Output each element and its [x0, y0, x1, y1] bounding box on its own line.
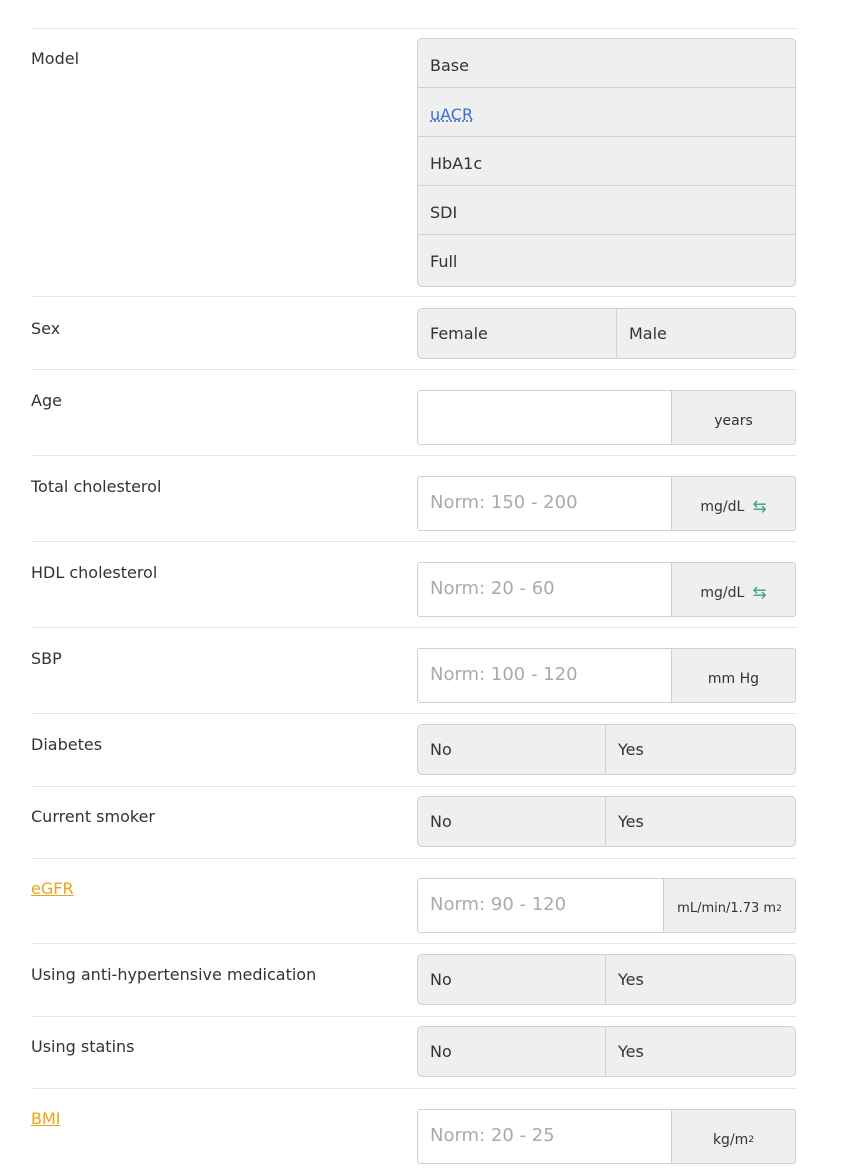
hdl-cholesterol-input-group: Norm: 20 - 60 mg/dL ⇆	[417, 562, 796, 617]
sex-option-female[interactable]: Female	[418, 309, 616, 358]
model-option-sdi[interactable]: SDI	[418, 186, 795, 235]
diabetes-option-yes[interactable]: Yes	[605, 725, 795, 774]
total-cholesterol-input-group: Norm: 150 - 200 mg/dL ⇆	[417, 476, 796, 531]
age-unit-label: years	[714, 412, 753, 429]
total-cholesterol-label: Total cholesterol	[31, 477, 162, 496]
divider	[31, 28, 796, 29]
antihypertensive-toggle: No Yes	[417, 954, 796, 1005]
sbp-unit-label: mm Hg	[707, 670, 760, 687]
smoker-label: Current smoker	[31, 807, 156, 826]
model-selector: Base uACR HbA1c SDI Full	[417, 38, 796, 287]
sex-label: Sex	[31, 319, 61, 338]
antihypertensive-option-yes[interactable]: Yes	[605, 955, 795, 1004]
sex-toggle: Female Male	[417, 308, 796, 359]
diabetes-toggle: No Yes	[417, 724, 796, 775]
hdl-cholesterol-label: HDL cholesterol	[31, 563, 158, 582]
model-label: Model	[31, 49, 80, 68]
sex-option-male[interactable]: Male	[616, 309, 795, 358]
divider	[31, 713, 796, 714]
diabetes-option-no[interactable]: No	[418, 725, 605, 774]
egfr-label-link[interactable]: eGFR	[31, 879, 74, 899]
egfr-unit-exponent: 2	[776, 903, 782, 914]
bmi-label-link[interactable]: BMI	[31, 1109, 61, 1129]
model-option-hba1c[interactable]: HbA1c	[418, 137, 795, 186]
total-cholesterol-input[interactable]: Norm: 150 - 200	[418, 477, 671, 530]
model-option-base[interactable]: Base	[418, 39, 795, 88]
bmi-input[interactable]: Norm: 20 - 25	[418, 1110, 671, 1163]
total-cholesterol-unit-toggle[interactable]: mg/dL ⇆	[671, 477, 795, 530]
divider	[31, 296, 796, 297]
statins-label: Using statins	[31, 1037, 135, 1056]
divider	[31, 1088, 796, 1089]
hdl-cholesterol-unit: mg/dL	[700, 584, 745, 601]
swap-arrows-icon: ⇆	[752, 582, 767, 603]
bmi-unit-exponent: 2	[748, 1134, 755, 1145]
age-label: Age	[31, 391, 62, 410]
sbp-input[interactable]: Norm: 100 - 120	[418, 649, 671, 702]
model-option-uacr[interactable]: uACR	[418, 88, 795, 137]
smoker-toggle: No Yes	[417, 796, 796, 847]
sbp-input-group: Norm: 100 - 120 mm Hg	[417, 648, 796, 703]
egfr-input-group: Norm: 90 - 120 mL/min/1.73 m2	[417, 878, 796, 933]
divider	[31, 1016, 796, 1017]
age-input-group: years	[417, 390, 796, 445]
divider	[31, 369, 796, 370]
swap-arrows-icon: ⇆	[752, 496, 767, 517]
diabetes-label: Diabetes	[31, 735, 103, 754]
divider	[31, 541, 796, 542]
sbp-label: SBP	[31, 649, 62, 668]
age-unit: years	[671, 391, 795, 444]
bmi-unit: kg/m 2	[671, 1110, 795, 1163]
divider	[31, 858, 796, 859]
antihypertensive-option-no[interactable]: No	[418, 955, 605, 1004]
statins-option-yes[interactable]: Yes	[605, 1027, 795, 1076]
smoker-option-yes[interactable]: Yes	[605, 797, 795, 846]
smoker-option-no[interactable]: No	[418, 797, 605, 846]
egfr-unit: mL/min/1.73 m2	[663, 879, 795, 932]
divider	[31, 455, 796, 456]
divider	[31, 786, 796, 787]
bmi-unit-label: kg/m	[712, 1131, 749, 1148]
sbp-unit: mm Hg	[671, 649, 795, 702]
statins-option-no[interactable]: No	[418, 1027, 605, 1076]
bmi-input-group: Norm: 20 - 25 kg/m 2	[417, 1109, 796, 1164]
egfr-unit-label: mL/min/1.73 m	[677, 901, 777, 916]
model-option-uacr-label: uACR	[430, 105, 474, 124]
statins-toggle: No Yes	[417, 1026, 796, 1077]
total-cholesterol-unit: mg/dL	[700, 498, 745, 515]
hdl-cholesterol-input[interactable]: Norm: 20 - 60	[418, 563, 671, 616]
divider	[31, 943, 796, 944]
antihypertensive-label: Using anti-hypertensive medication	[31, 965, 317, 984]
egfr-input[interactable]: Norm: 90 - 120	[418, 879, 663, 932]
hdl-cholesterol-unit-toggle[interactable]: mg/dL ⇆	[671, 563, 795, 616]
model-option-full[interactable]: Full	[418, 235, 795, 285]
age-input[interactable]	[418, 391, 671, 444]
divider	[31, 627, 796, 628]
